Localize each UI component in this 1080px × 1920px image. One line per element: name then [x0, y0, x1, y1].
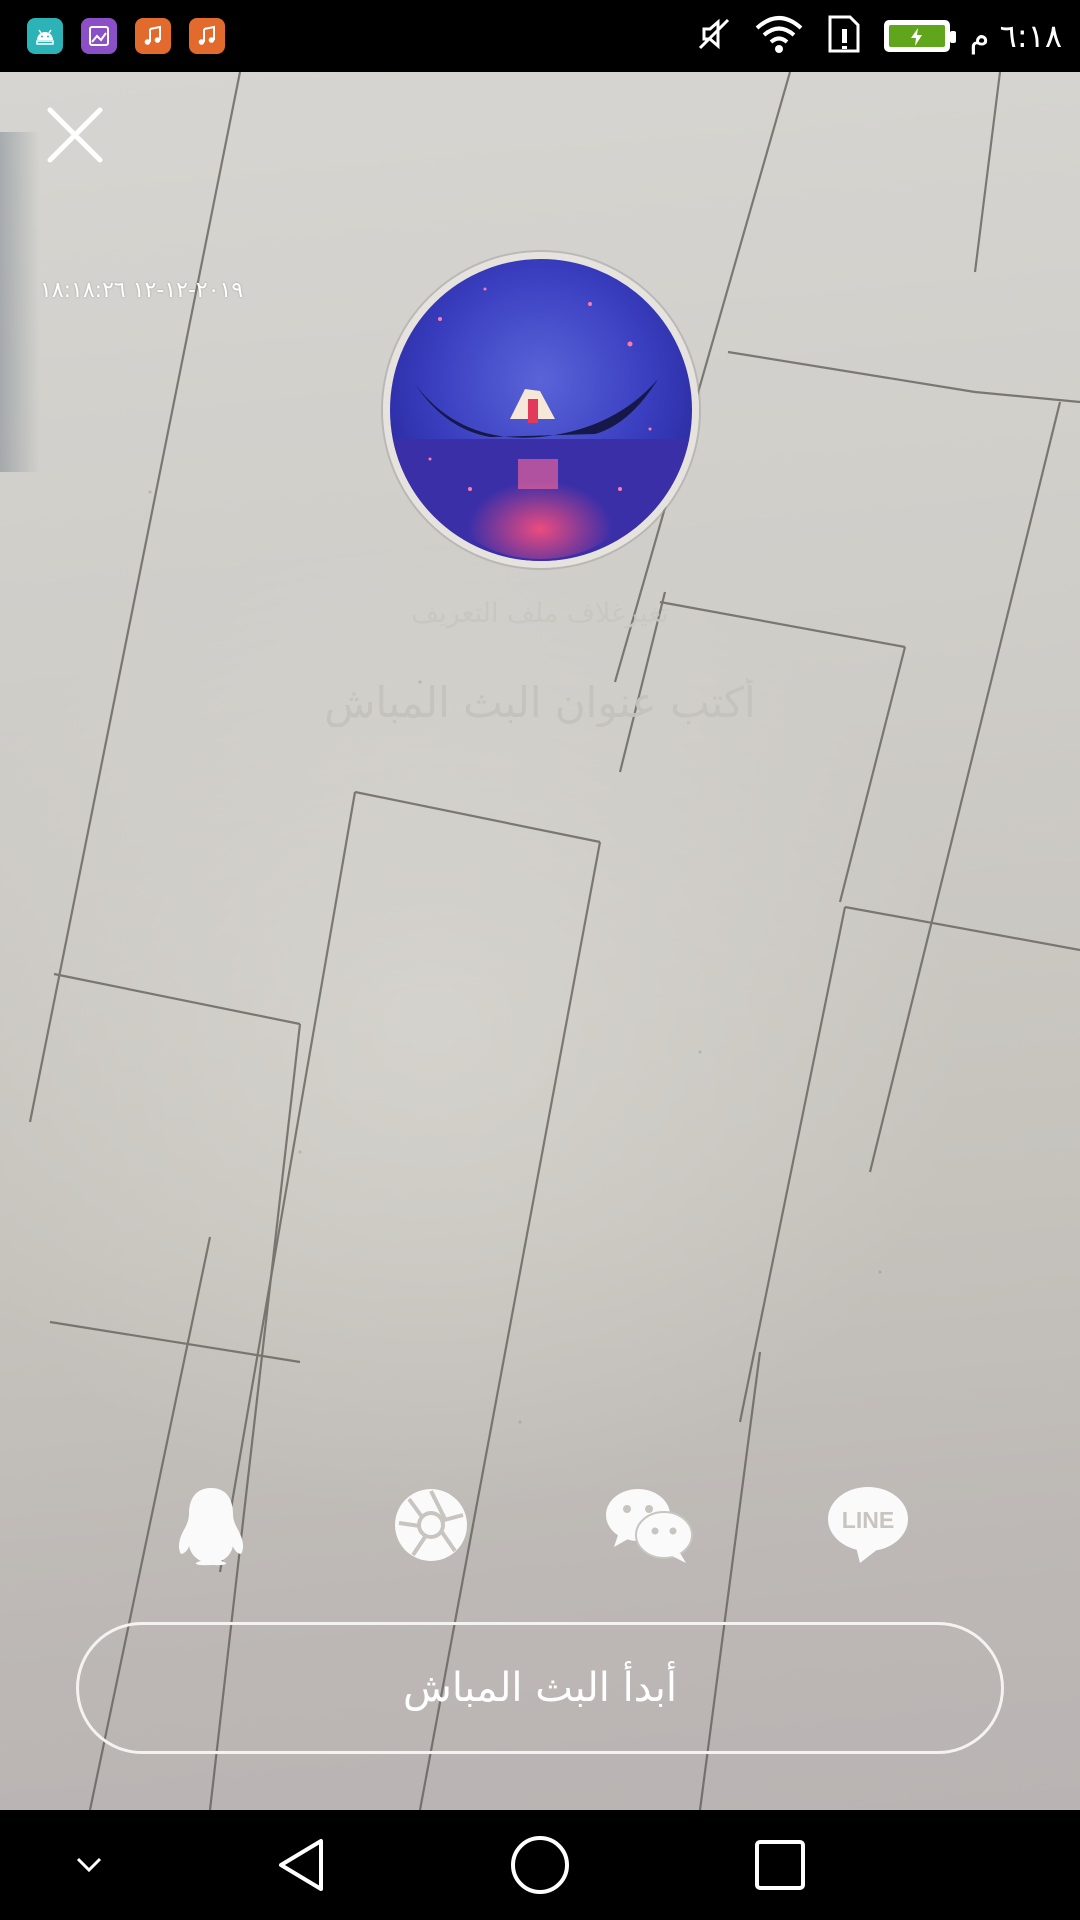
change-cover-label[interactable]: تغيرغلاف ملف التعريف: [0, 598, 1080, 629]
music-icon: [189, 18, 225, 54]
wifi-icon: [754, 14, 804, 58]
navigation-bar: [0, 1810, 1080, 1920]
screen: ٦:١٨ م ٢٠١٩-١٢-١٢ ١٨:١٨:٢٦ تغيرغلاف ملف …: [0, 0, 1080, 1920]
share-moments-button[interactable]: [386, 1480, 476, 1570]
music-icon: [135, 18, 171, 54]
start-live-button[interactable]: أبدأ البث المباش: [76, 1622, 1004, 1754]
nav-recents-button[interactable]: [735, 1830, 825, 1900]
status-bar: ٦:١٨ م: [0, 0, 1080, 72]
chevron-down-icon: [76, 1857, 102, 1873]
battery-charging-icon: [883, 20, 956, 52]
wechat-icon: [606, 1489, 693, 1563]
share-line-button[interactable]: LINE: [823, 1480, 913, 1570]
gallery-icon: [81, 18, 117, 54]
start-live-label: أبدأ البث المباش: [403, 1665, 677, 1711]
live-title-input[interactable]: [180, 670, 900, 734]
home-icon: [511, 1836, 569, 1894]
cover-image: [390, 287, 692, 561]
back-icon: [279, 1839, 323, 1891]
line-icon: LINE: [828, 1487, 908, 1563]
clock: ٦:١٨ م: [969, 17, 1062, 55]
timestamp: ٢٠١٩-١٢-١٢ ١٨:١٨:٢٦: [40, 278, 244, 303]
qq-icon: [178, 1488, 244, 1566]
svg-text:LINE: LINE: [842, 1507, 894, 1533]
close-icon: [47, 107, 103, 163]
close-button[interactable]: [40, 100, 110, 170]
recents-icon: [755, 1840, 805, 1890]
nav-home-button[interactable]: [495, 1830, 585, 1900]
mute-icon: [694, 14, 734, 58]
nav-hide-button[interactable]: [44, 1830, 134, 1900]
share-row: LINE: [0, 1480, 1080, 1570]
profile-cover-avatar[interactable]: [383, 252, 699, 568]
status-icons: ٦:١٨ م: [694, 14, 1062, 58]
moments-icon: [395, 1489, 467, 1561]
nav-back-button[interactable]: [255, 1830, 345, 1900]
android-icon: [27, 18, 63, 54]
share-wechat-button[interactable]: [604, 1480, 694, 1570]
sim-icon: [824, 13, 864, 59]
share-qq-button[interactable]: [166, 1480, 256, 1570]
